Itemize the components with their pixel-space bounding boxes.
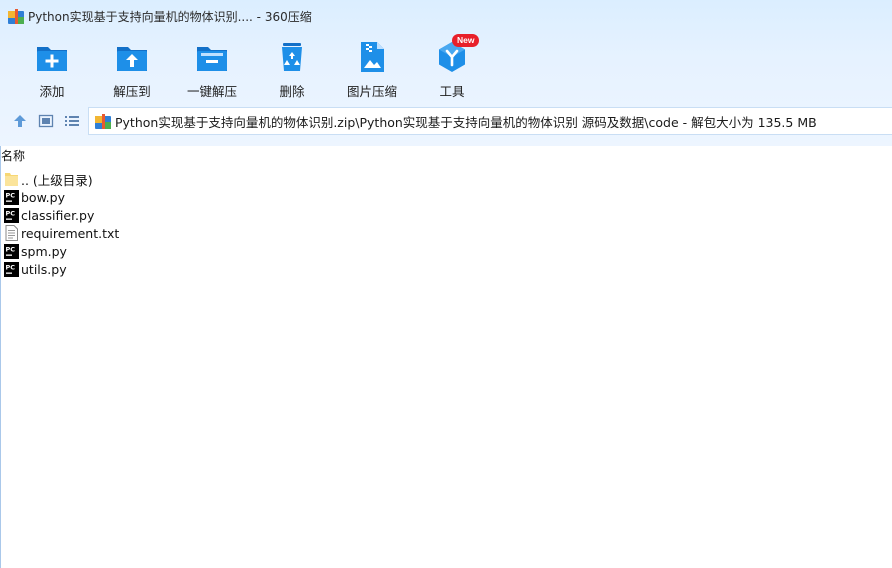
svg-text:PC: PC	[6, 192, 16, 200]
file-name: utils.py	[21, 261, 67, 277]
column-header: 名称	[0, 146, 892, 164]
svg-text:PC: PC	[6, 264, 16, 272]
svg-text:PC: PC	[6, 246, 16, 254]
file-name: requirement.txt	[21, 225, 120, 241]
address-bar[interactable]: Python实现基于支持向量机的物体识别.zip\Python实现基于支持向量机…	[88, 107, 892, 135]
one-click-extract-button[interactable]: 一键解压	[172, 38, 252, 100]
top-area: Python实现基于支持向量机的物体识别.... - 360压缩 添加 解压到 …	[0, 0, 892, 146]
add-button[interactable]: 添加	[12, 38, 92, 100]
list-item[interactable]: PC spm.py	[4, 242, 119, 260]
divider	[0, 146, 1, 568]
one-click-extract-icon	[197, 47, 227, 71]
add-label: 添加	[39, 84, 65, 99]
list-item-parent-dir[interactable]: .. (上级目录)	[4, 170, 119, 188]
image-compress-button[interactable]: 图片压缩	[332, 38, 412, 100]
app-logo-icon	[8, 9, 24, 24]
toolbar: 添加 解压到 一键解压 删除 图片压缩 New 工具	[12, 34, 492, 100]
folder-icon	[5, 173, 18, 186]
list-item[interactable]: PC bow.py	[4, 188, 119, 206]
delete-label: 删除	[279, 84, 305, 99]
archive-icon	[95, 113, 111, 129]
address-row: Python实现基于支持向量机的物体识别.zip\Python实现基于支持向量机…	[0, 107, 892, 135]
image-compress-icon	[361, 42, 384, 72]
one-click-extract-label: 一键解压	[186, 84, 237, 99]
file-name: bow.py	[21, 189, 65, 205]
pycharm-file-icon: PC	[4, 208, 19, 223]
column-name-header[interactable]: 名称	[1, 147, 25, 164]
title-bar: Python实现基于支持向量机的物体识别.... - 360压缩	[0, 0, 892, 32]
extract-to-label: 解压到	[113, 84, 151, 99]
list-view-icon[interactable]	[64, 113, 80, 129]
up-arrow-icon[interactable]	[12, 113, 28, 129]
recycle-bin-icon	[282, 43, 302, 71]
extract-to-button[interactable]: 解压到	[92, 38, 172, 100]
text-file-icon	[5, 225, 18, 241]
thumbnail-view-icon[interactable]	[38, 113, 54, 129]
list-item[interactable]: PC classifier.py	[4, 206, 119, 224]
delete-button[interactable]: 删除	[252, 38, 332, 100]
file-name: .. (上级目录)	[21, 172, 93, 188]
file-list: .. (上级目录) PC bow.py PC classifier.py req…	[4, 170, 119, 278]
add-folder-icon	[37, 47, 67, 71]
tools-button[interactable]: New 工具	[412, 34, 492, 100]
file-name: spm.py	[21, 243, 67, 259]
list-item[interactable]: PC utils.py	[4, 260, 119, 278]
svg-text:PC: PC	[6, 210, 16, 218]
file-name: classifier.py	[21, 207, 95, 223]
tools-label: 工具	[439, 84, 465, 99]
pycharm-file-icon: PC	[4, 190, 19, 205]
list-item[interactable]: requirement.txt	[4, 224, 119, 242]
window-title: Python实现基于支持向量机的物体识别.... - 360压缩	[28, 10, 312, 24]
extract-to-folder-icon	[117, 47, 147, 71]
new-badge: New	[452, 34, 480, 47]
pycharm-file-icon: PC	[4, 262, 19, 277]
image-compress-label: 图片压缩	[346, 84, 397, 99]
address-path: Python实现基于支持向量机的物体识别.zip\Python实现基于支持向量机…	[115, 114, 817, 130]
archive-window: Python实现基于支持向量机的物体识别.... - 360压缩 添加 解压到 …	[0, 0, 892, 568]
pycharm-file-icon: PC	[4, 244, 19, 259]
